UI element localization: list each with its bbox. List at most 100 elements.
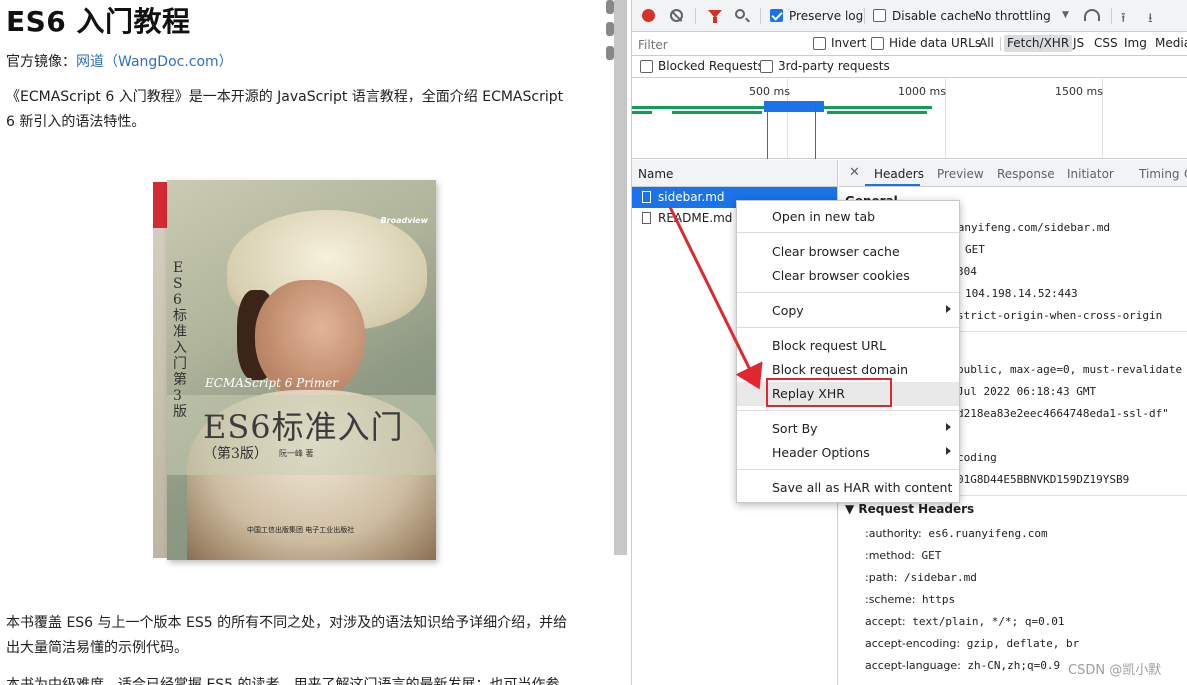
header-value: zh-CN,zh;q=0.9 <box>967 659 1061 672</box>
hide-data-urls-checkbox[interactable] <box>871 37 884 50</box>
header-key: :scheme: <box>865 593 916 606</box>
clear-icon[interactable] <box>670 9 683 22</box>
book-vertical-title-text: ES6标准入门 <box>173 260 187 372</box>
menu-divider <box>737 469 959 470</box>
import-har-icon[interactable]: ⭱ <box>1121 9 1126 31</box>
timeline-bar <box>632 111 652 114</box>
name-column-header[interactable]: Name <box>632 160 837 187</box>
gutter-handle[interactable] <box>606 46 614 60</box>
chevron-down-icon[interactable]: ▼ <box>1062 10 1069 20</box>
toolbar-divider <box>760 8 761 24</box>
menu-item-label: Open in new tab <box>772 209 876 224</box>
page-scrollbar[interactable] <box>614 0 627 555</box>
book-english-title: ECMAScript 6 Primer <box>205 376 339 390</box>
menu-divider <box>737 410 959 411</box>
menu-item-label: Block request URL <box>772 338 887 353</box>
filter-type-all[interactable]: All <box>979 36 994 50</box>
menu-item-sort-by[interactable]: Sort By <box>737 417 959 441</box>
blocked-requests-label[interactable]: Blocked Requests <box>658 59 764 73</box>
record-icon[interactable] <box>642 9 655 22</box>
timeline-tick-label: 1000 ms <box>898 85 946 98</box>
coverage-line-2: 出大量简洁易懂的示例代码。 <box>6 640 188 656</box>
header-key: accept: <box>865 615 906 628</box>
tab-preview[interactable]: Preview <box>937 167 984 181</box>
coverage-paragraph: 本书覆盖 ES6 与上一个版本 ES5 的所有不同之处，对涉及的语法知识给予详细… <box>6 611 588 661</box>
gutter-handle[interactable] <box>606 22 614 36</box>
menu-item-clear-cookies[interactable]: Clear browser cookies <box>737 264 959 288</box>
menu-item-label: Header Options <box>772 445 870 460</box>
header-key: accept-language: <box>865 659 961 672</box>
intro-paragraph: 《ECMAScript 6 入门教程》是一本开源的 JavaScript 语言教… <box>6 85 588 135</box>
timeline-tick-label: 500 ms <box>749 85 790 98</box>
filter-type-fetch-xhr[interactable]: Fetch/XHR <box>1004 35 1073 52</box>
book-title: ES6标准入门 <box>203 408 404 446</box>
mirror-label: 官方镜像： <box>6 54 76 70</box>
book-spine-band <box>153 182 167 228</box>
request-header-row: :scheme: https <box>865 593 955 606</box>
mirror-link[interactable]: 网道（WangDoc.com） <box>76 54 233 70</box>
menu-item-block-url[interactable]: Block request URL <box>737 334 959 358</box>
book-author: 阮一峰 著 <box>279 449 314 458</box>
close-icon[interactable]: ✕ <box>849 165 860 180</box>
preserve-log-checkbox[interactable] <box>770 9 783 22</box>
header-key: :path: <box>865 571 898 584</box>
filter-type-css[interactable]: CSS <box>1094 36 1118 50</box>
request-header-row: accept-encoding: gzip, deflate, br <box>865 637 1079 650</box>
intro-line-2: 6 新引入的语法特性。 <box>6 114 146 130</box>
preserve-log-label[interactable]: Preserve log <box>789 9 863 23</box>
menu-item-clear-cache[interactable]: Clear browser cache <box>737 240 959 264</box>
hide-data-urls-label[interactable]: Hide data URLs <box>889 36 981 50</box>
menu-item-open-new-tab[interactable]: Open in new tab <box>737 205 959 229</box>
toolbar-divider <box>695 8 696 24</box>
request-headers-title-text: Request Headers <box>858 502 975 516</box>
third-party-label[interactable]: 3rd-party requests <box>778 59 890 73</box>
menu-divider <box>737 232 959 233</box>
request-name: sidebar.md <box>658 190 725 204</box>
request-headers-title[interactable]: ▼ Request Headers <box>845 502 974 516</box>
context-menu: Open in new tab Clear browser cache Clea… <box>736 200 960 503</box>
referrer-policy-value: strict-origin-when-cross-origin <box>957 309 1163 322</box>
name-column-label: Name <box>638 167 674 181</box>
header-value: gzip, deflate, br <box>966 637 1080 650</box>
tab-initiator[interactable]: Initiator <box>1067 167 1114 181</box>
menu-item-label: Copy <box>772 303 804 318</box>
menu-item-label: Save all as HAR with content <box>772 480 953 495</box>
gutter-handle[interactable] <box>606 0 614 14</box>
menu-item-save-har[interactable]: Save all as HAR with content <box>737 476 959 500</box>
timeline-bar <box>672 111 762 114</box>
book-vertical-edition: 第3版 <box>173 372 187 420</box>
menu-item-header-options[interactable]: Header Options <box>737 441 959 465</box>
filter-icon[interactable] <box>708 10 722 23</box>
request-header-row: accept-language: zh-CN,zh;q=0.9 <box>865 659 1060 672</box>
toolbar-divider <box>864 8 865 24</box>
request-header-row: :path: /sidebar.md <box>865 571 977 584</box>
throttling-select[interactable]: No throttling <box>975 9 1051 23</box>
header-value: https <box>922 593 956 606</box>
filter-type-js[interactable]: JS <box>1073 36 1084 50</box>
menu-item-copy[interactable]: Copy <box>737 299 959 323</box>
invert-checkbox[interactable] <box>813 37 826 50</box>
disable-cache-label[interactable]: Disable cache <box>892 9 976 23</box>
export-har-icon[interactable]: ⭳ <box>1148 9 1153 31</box>
invert-label[interactable]: Invert <box>831 36 866 50</box>
tab-timing[interactable]: Timing <box>1139 167 1180 181</box>
disable-cache-checkbox[interactable] <box>873 9 886 22</box>
header-value: /sidebar.md <box>904 571 977 584</box>
third-party-checkbox[interactable] <box>760 60 773 73</box>
tab-response[interactable]: Response <box>997 167 1055 181</box>
blocked-requests-checkbox[interactable] <box>640 60 653 73</box>
network-overview-timeline[interactable]: 500 ms 1000 ms 1500 ms <box>632 79 1187 159</box>
etag-value: d218ea83e2eec4664748eda1-ssl-df" <box>957 407 1169 420</box>
toolbar-divider <box>1111 8 1112 24</box>
filter-type-img[interactable]: Img <box>1124 36 1147 50</box>
book-publisher: 中国工信出版集团 电子工业出版社 <box>247 526 355 534</box>
filter-type-media[interactable]: Media <box>1155 36 1187 50</box>
tab-headers[interactable]: Headers <box>874 167 924 181</box>
file-icon <box>642 191 651 203</box>
remote-address-value: 104.198.14.52:443 <box>965 287 1078 300</box>
search-icon[interactable] <box>735 9 745 19</box>
submenu-arrow-icon <box>946 447 951 455</box>
dom-content-loaded-marker <box>767 101 768 159</box>
network-conditions-icon[interactable] <box>1084 9 1100 21</box>
filter-input[interactable] <box>638 36 798 53</box>
